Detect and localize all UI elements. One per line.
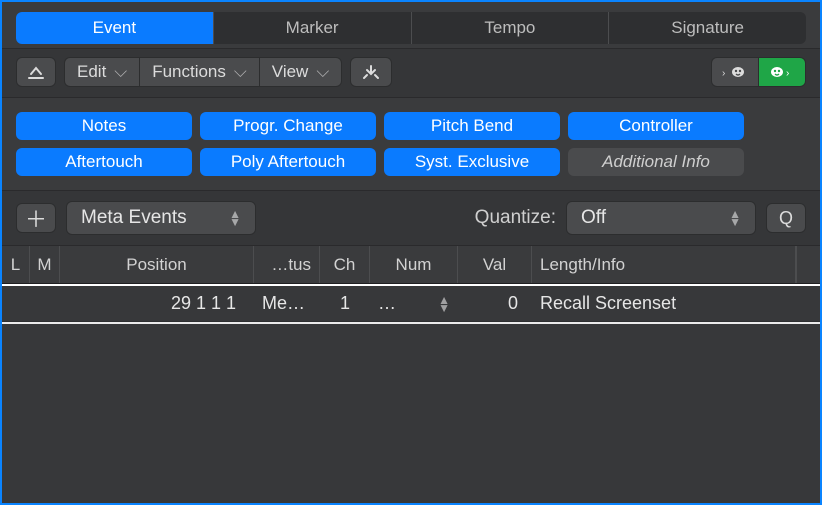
filter-controller[interactable]: Controller: [568, 112, 744, 140]
midi-in-button[interactable]: [350, 57, 392, 87]
quantize-label: Quantize:: [475, 207, 556, 229]
filter-aftertouch[interactable]: Aftertouch: [16, 148, 192, 176]
event-table-header: L M Position …tus Ch Num Val Length/Info: [2, 246, 820, 284]
svg-text:›: ›: [722, 68, 725, 79]
functions-label: Functions: [152, 62, 226, 82]
event-type-value: Meta Events: [81, 207, 187, 229]
palette-buttons: › ›: [711, 57, 806, 87]
quantize-apply-button[interactable]: Q: [766, 203, 806, 233]
chevron-down-icon: ⌵: [114, 62, 127, 82]
col-channel[interactable]: Ch: [320, 246, 370, 283]
chevron-down-icon: ⌵: [234, 62, 247, 82]
insert-row: ＋ Meta Events ▲▼ Quantize: Off ▲▼ Q: [2, 191, 820, 246]
midi-in-icon: [361, 64, 381, 80]
cell-status[interactable]: Me…: [254, 293, 320, 314]
color-palette-out-button[interactable]: ›: [758, 57, 806, 87]
col-length-info[interactable]: Length/Info: [532, 246, 796, 283]
event-list-window: Event Marker Tempo Signature Edit ⌵ Funct…: [0, 0, 822, 505]
up-arrow-icon: [27, 64, 45, 80]
add-event-button[interactable]: ＋: [16, 203, 56, 233]
quantize-value: Off: [581, 207, 606, 229]
col-val[interactable]: Val: [458, 246, 532, 283]
col-num[interactable]: Num: [370, 246, 458, 283]
cell-num-value: …: [378, 293, 396, 314]
cell-length-info[interactable]: Recall Screenset: [532, 293, 796, 314]
tab-tempo[interactable]: Tempo: [412, 12, 610, 44]
tab-signature[interactable]: Signature: [609, 12, 806, 44]
stepper-icon: ▲▼: [229, 210, 241, 226]
cell-val[interactable]: 0: [458, 293, 532, 314]
filter-program-change[interactable]: Progr. Change: [200, 112, 376, 140]
filter-poly-aftertouch[interactable]: Poly Aftertouch: [200, 148, 376, 176]
svg-text:›: ›: [786, 68, 789, 79]
up-level-button[interactable]: [16, 57, 56, 87]
event-type-select[interactable]: Meta Events ▲▼: [66, 201, 256, 235]
stepper-icon[interactable]: ▲▼: [438, 296, 450, 312]
end-of-list-marker: [2, 322, 820, 324]
col-loop[interactable]: L: [2, 246, 30, 283]
edit-label: Edit: [77, 62, 106, 82]
filter-notes[interactable]: Notes: [16, 112, 192, 140]
table-row[interactable]: 29 1 1 1 Me… 1 … ▲▼ 0 Recall Screenset: [2, 286, 820, 322]
col-mute[interactable]: M: [30, 246, 60, 283]
col-position[interactable]: Position: [60, 246, 254, 283]
color-palette-in-button[interactable]: ›: [711, 57, 758, 87]
event-filter-row: Notes Progr. Change Pitch Bend Controlle…: [2, 98, 820, 191]
cell-position[interactable]: 29 1 1 1: [60, 293, 254, 314]
filter-additional-info[interactable]: Additional Info: [568, 148, 744, 176]
scrollbar-gutter: [796, 246, 820, 283]
event-table-body[interactable]: 29 1 1 1 Me… 1 … ▲▼ 0 Recall Screenset: [2, 286, 820, 503]
view-tabs: Event Marker Tempo Signature: [16, 12, 806, 44]
view-menu[interactable]: View ⌵: [259, 57, 342, 87]
palette-icon: ›: [769, 64, 795, 80]
stepper-icon: ▲▼: [729, 210, 741, 226]
quantize-select[interactable]: Off ▲▼: [566, 201, 756, 235]
top-tabs-row: Event Marker Tempo Signature: [2, 2, 820, 49]
filter-syst-exclusive[interactable]: Syst. Exclusive: [384, 148, 560, 176]
filter-pitch-bend[interactable]: Pitch Bend: [384, 112, 560, 140]
menu-buttons: Edit ⌵ Functions ⌵ View ⌵: [64, 57, 342, 87]
plus-icon: ＋: [25, 202, 47, 234]
functions-menu[interactable]: Functions ⌵: [139, 57, 259, 87]
col-status[interactable]: …tus: [254, 246, 320, 283]
view-label: View: [272, 62, 309, 82]
cell-num[interactable]: … ▲▼: [370, 293, 458, 314]
toolbar: Edit ⌵ Functions ⌵ View ⌵ › ›: [2, 49, 820, 98]
chevron-down-icon: ⌵: [316, 62, 329, 82]
cell-channel[interactable]: 1: [320, 293, 370, 314]
edit-menu[interactable]: Edit ⌵: [64, 57, 139, 87]
tab-marker[interactable]: Marker: [214, 12, 412, 44]
tab-event[interactable]: Event: [16, 12, 214, 44]
palette-icon: ›: [722, 64, 748, 80]
